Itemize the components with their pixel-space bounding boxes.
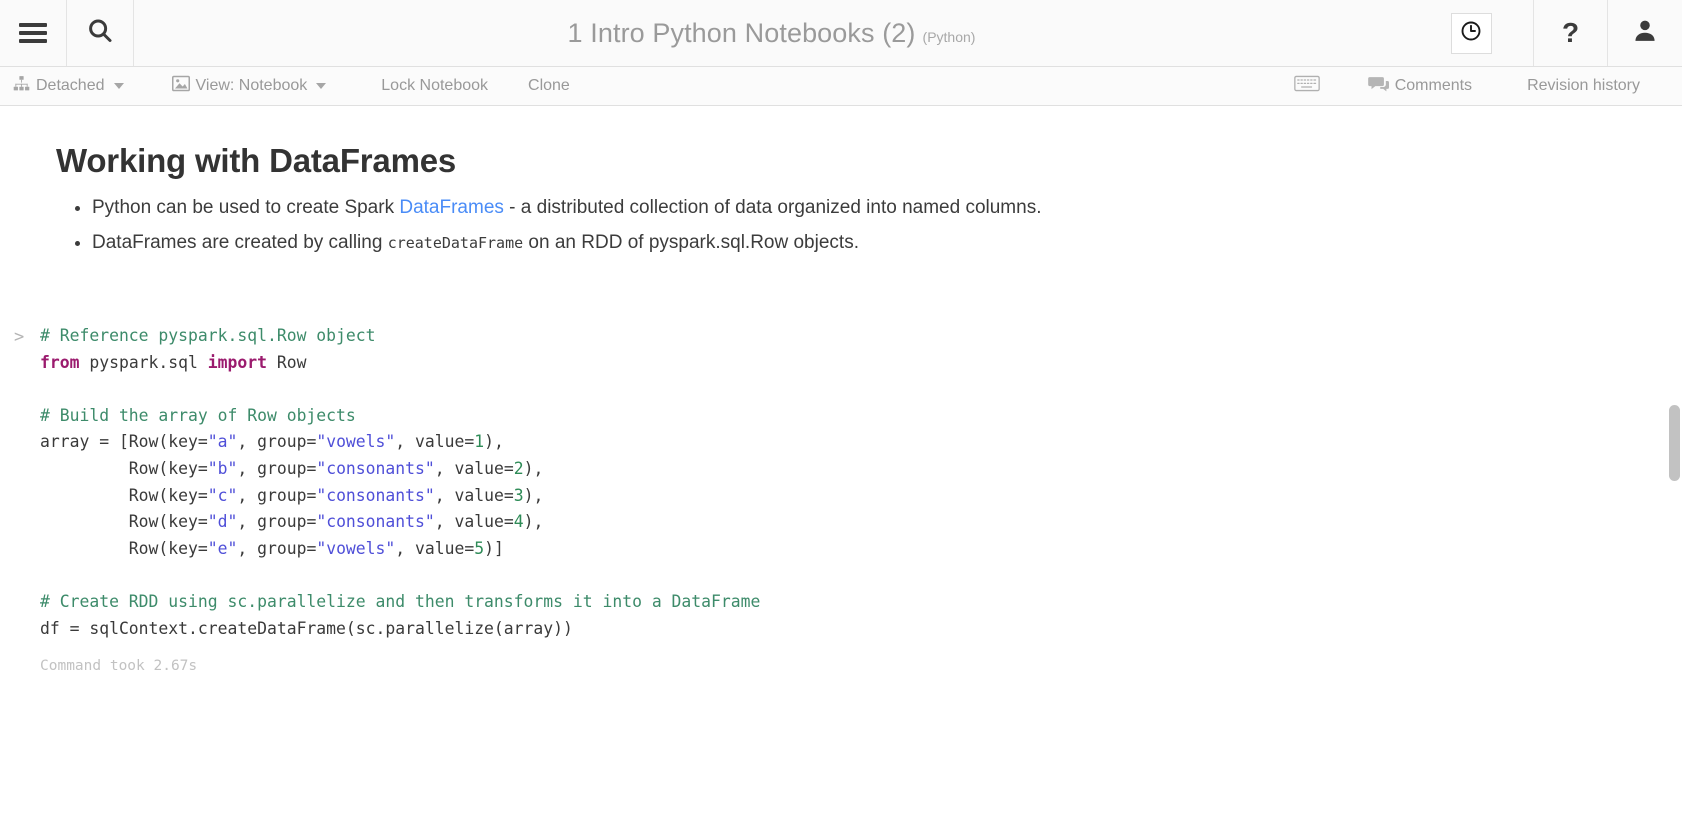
list-item: Python can be used to create Spark DataF… [92,190,1626,225]
hamburger-menu-icon [19,23,47,43]
dataframes-link[interactable]: DataFrames [399,197,504,218]
markdown-bullet-list: Python can be used to create Spark DataF… [56,190,1626,261]
lock-notebook-button[interactable]: Lock Notebook [361,67,508,105]
markdown-heading: Working with DataFrames [56,142,1626,180]
comment-bubble-icon [1368,75,1389,98]
search-icon [85,16,115,51]
cluster-sitemap-icon [13,75,30,97]
code-editor-content[interactable]: # Reference pyspark.sql.Row object from … [40,323,1682,642]
code-prompt-marker: > [14,324,24,351]
code-cell[interactable]: > # Reference pyspark.sql.Row object fro… [0,323,1682,674]
clone-button[interactable]: Clone [508,67,590,105]
top-header-bar: 1 Intro Python Notebooks (2) (Python) ? [0,0,1682,67]
keyboard-shortcuts-icon [1294,75,1320,97]
page-scrollbar[interactable] [1667,107,1682,825]
notebook-title-area: 1 Intro Python Notebooks (2) (Python) [134,0,1409,66]
cluster-label: Detached [36,77,105,95]
bullet2-text-before: DataFrames are created by calling [92,232,388,253]
keyboard-shortcuts-button[interactable] [1281,67,1333,105]
page-title[interactable]: 1 Intro Python Notebooks (2) [568,18,916,49]
notebook-language-label: (Python) [923,29,976,45]
bullet1-text-after: - a distributed collection of data organ… [504,197,1042,218]
header-right-actions: ? [1409,0,1682,66]
image-picture-icon [172,75,190,97]
notebook-body: Working with DataFrames Python can be us… [0,106,1682,674]
clock-button[interactable] [1451,13,1492,54]
bullet2-text-after: on an RDD of pyspark.sql.Row objects. [523,232,859,253]
scrollbar-thumb[interactable] [1669,405,1680,481]
user-account-button[interactable] [1608,0,1682,66]
chevron-down-icon [316,83,326,89]
view-label: View: Notebook [196,77,308,95]
command-duration-status: Command took 2.67s [40,658,1682,674]
comments-label: Comments [1395,77,1472,95]
question-mark-help-icon: ? [1562,19,1579,47]
cluster-selector[interactable]: Detached [0,67,137,105]
menu-button[interactable] [0,0,67,66]
help-button[interactable]: ? [1534,0,1608,66]
notebook-toolbar: Detached View: Notebook Lock Notebook Cl… [0,67,1682,106]
user-account-icon [1631,17,1659,50]
history-clock-cell [1409,0,1534,66]
list-item: DataFrames are created by calling create… [92,225,1626,261]
revision-history-button[interactable]: Revision history [1507,67,1660,105]
clock-icon [1459,19,1483,48]
view-selector[interactable]: View: Notebook [159,67,340,105]
bullet1-text-before: Python can be used to create Spark [92,197,399,218]
toolbar-right-group: Comments Revision history [1281,67,1682,105]
search-button[interactable] [67,0,134,66]
comments-button[interactable]: Comments [1355,67,1485,105]
chevron-down-icon [114,83,124,89]
inline-code-createdataframe: createDataFrame [388,234,523,252]
markdown-cell[interactable]: Working with DataFrames Python can be us… [0,106,1682,261]
